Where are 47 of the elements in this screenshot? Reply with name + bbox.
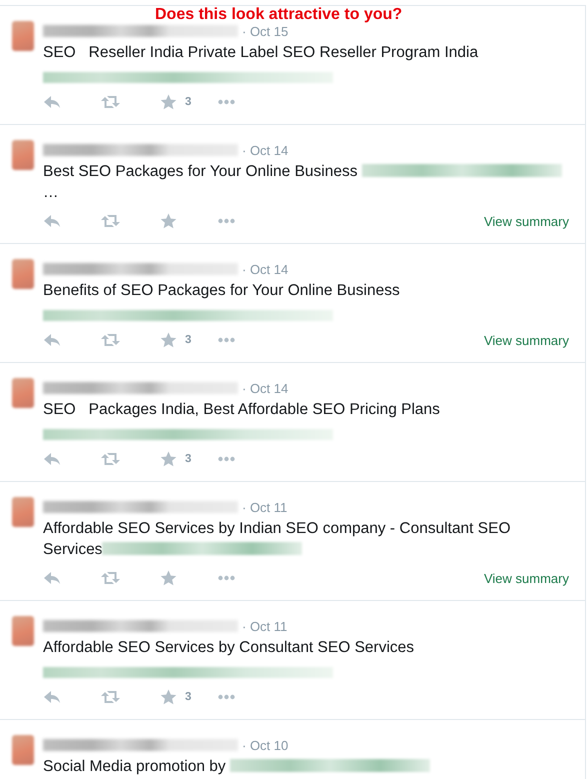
view-summary-link[interactable]: View summary	[484, 332, 569, 348]
avatar[interactable]	[12, 735, 34, 765]
retweet-icon[interactable]	[101, 213, 120, 229]
retweet-icon[interactable]	[101, 332, 120, 348]
view-summary-link[interactable]: View summary	[484, 214, 569, 228]
tweet-text: Benefits of SEO Packages for Your Online Business	[43, 281, 401, 301]
favorite-count: 3	[185, 334, 192, 346]
tweet-text: Affordable SEO Services by Consultant SEO Services	[43, 638, 416, 658]
retweet-icon[interactable]	[101, 570, 120, 586]
avatar[interactable]	[12, 259, 34, 289]
tweet-text: Best SEO Packages for Your Online Business …	[43, 161, 569, 203]
reply-icon[interactable]	[43, 689, 62, 705]
avatar[interactable]	[12, 616, 34, 646]
retweet-icon[interactable]	[101, 689, 120, 705]
tweet-text: SEO Reseller India Private Label SEO Reseller Program India	[43, 43, 480, 63]
reply-icon[interactable]	[43, 332, 62, 348]
caption: Does this look attractive to you?	[155, 6, 402, 24]
star-icon[interactable]	[159, 213, 178, 229]
avatar[interactable]	[12, 140, 34, 170]
avatar[interactable]	[12, 378, 34, 408]
tweet-date[interactable]: · Oct 14	[242, 142, 288, 158]
avatar[interactable]	[12, 21, 34, 51]
star-icon[interactable]	[159, 689, 178, 705]
tweet-text: SEO Packages India, Best Affordable SEO Pricing Plans	[43, 400, 441, 420]
star-icon[interactable]	[159, 570, 178, 586]
tweet-date[interactable]: · Oct 14	[242, 262, 288, 276]
view-summary-link[interactable]: View summary	[484, 570, 569, 586]
reply-icon[interactable]	[43, 451, 62, 467]
tweet-text: Affordable SEO Services by Indian SEO company - Consultant SEO Services	[43, 519, 512, 560]
tweet-text: Social Media promotion by	[43, 756, 569, 777]
star-icon[interactable]	[159, 332, 178, 348]
star-icon[interactable]	[159, 94, 178, 110]
avatar[interactable]	[12, 497, 34, 527]
star-icon[interactable]	[159, 451, 178, 467]
reply-icon[interactable]	[43, 570, 62, 586]
retweet-icon[interactable]	[101, 94, 120, 110]
favorite-count: 3	[185, 96, 192, 108]
tweet-date[interactable]: · Oct 14	[242, 380, 288, 396]
favorite-count: 3	[185, 453, 192, 465]
reply-icon[interactable]	[43, 94, 62, 110]
tweet-date[interactable]: · Oct 11	[242, 618, 288, 634]
tweet-date[interactable]: · Oct 11	[242, 500, 288, 514]
reply-icon[interactable]	[43, 213, 62, 229]
favorite-count: 3	[185, 691, 192, 703]
retweet-icon[interactable]	[101, 451, 120, 467]
tweet-date[interactable]: · Oct 10	[242, 738, 288, 752]
tweet-date[interactable]: · Oct 15	[242, 24, 288, 38]
